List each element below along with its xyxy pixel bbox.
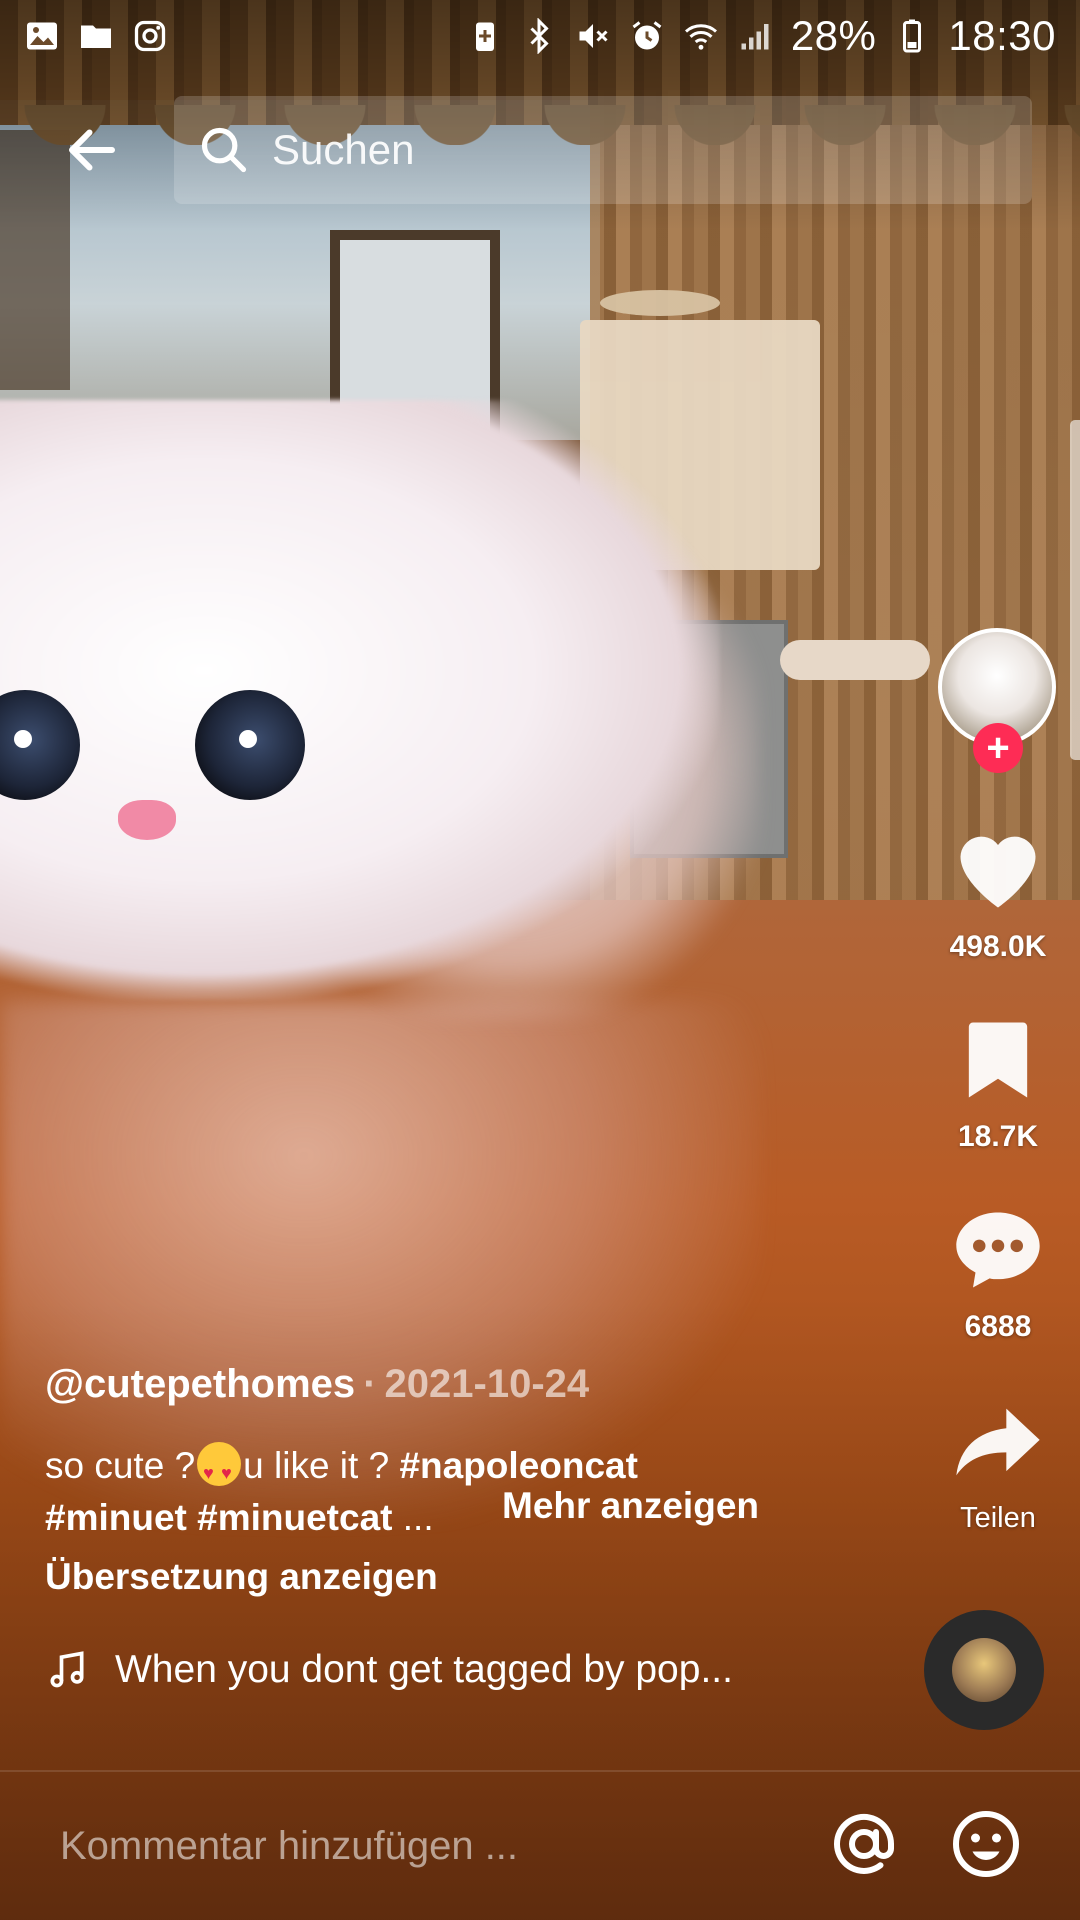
username[interactable]: @cutepethomes [45, 1362, 355, 1406]
music-cover [952, 1638, 1016, 1702]
music-title: When you dont get tagged by pop... [115, 1648, 733, 1691]
battery-icon [903, 19, 922, 53]
show-more-link[interactable]: Mehr anzeigen [502, 1485, 759, 1527]
like-button[interactable]: 498.0K [928, 820, 1068, 964]
cat-eye-right [195, 690, 305, 800]
signal-icon [741, 24, 769, 50]
battery-percent: 28% [790, 12, 877, 59]
cat-head [0, 400, 720, 1000]
bluetooth-icon [530, 18, 549, 54]
folder-icon [81, 25, 111, 48]
scroll-indicator [1070, 420, 1080, 760]
hashtag-napoleoncat[interactable]: #napoleoncat [399, 1445, 638, 1486]
heart-eyes-emoji-icon [197, 1442, 242, 1499]
like-count: 498.0K [949, 930, 1047, 963]
caption-text-1: so cute ? [45, 1445, 196, 1486]
music-info[interactable]: When you dont get tagged by pop... [45, 1648, 733, 1692]
alarm-icon [632, 21, 662, 50]
battery-saver-icon [475, 22, 494, 51]
mute-icon [579, 24, 608, 48]
show-translation-link[interactable]: Übersetzung anzeigen [45, 1556, 438, 1598]
save-count: 18.7K [957, 1120, 1039, 1153]
caption-ellipsis: ... [392, 1497, 434, 1538]
comment-button[interactable]: 6888 [928, 1200, 1068, 1344]
comment-icon [956, 1212, 1040, 1288]
video-screen: 28% 18:30 Suchen + 498.0K 18.7K 6888 Tei… [0, 0, 1080, 1920]
share-arrow-icon [956, 1408, 1040, 1476]
back-arrow-icon[interactable] [62, 120, 122, 180]
save-button[interactable]: 18.7K [928, 1010, 1068, 1154]
post-date: 2021-10-24 [384, 1362, 590, 1406]
search-icon [201, 127, 247, 173]
music-note-icon [50, 1651, 84, 1688]
instagram-icon [134, 20, 166, 52]
search-input[interactable]: Suchen [174, 96, 1032, 204]
music-disc[interactable] [924, 1610, 1044, 1730]
wifi-icon [684, 24, 717, 50]
status-left [24, 18, 168, 54]
status-right: 28% 18:30 [467, 12, 1056, 60]
bookmark-icon [968, 1022, 1028, 1098]
meta-separator: · [363, 1362, 377, 1406]
share-button[interactable]: Teilen [928, 1392, 1068, 1535]
hashtag-minuet[interactable]: #minuet [45, 1497, 187, 1538]
emoji-smiley-icon[interactable] [950, 1808, 1022, 1880]
post-meta: @cutepethomes · 2021-10-24 [45, 1362, 589, 1407]
comment-bar: Kommentar hinzufügen ... [0, 1772, 1080, 1920]
heart-icon [960, 836, 1036, 908]
clock: 18:30 [948, 12, 1056, 59]
share-label: Teilen [960, 1502, 1036, 1534]
comment-input[interactable]: Kommentar hinzufügen ... [60, 1824, 518, 1869]
hashtag-minuetcat[interactable]: #minuetcat [197, 1497, 392, 1538]
search-placeholder: Suchen [272, 126, 415, 173]
mention-at-icon[interactable] [828, 1808, 900, 1880]
gallery-icon [27, 22, 57, 50]
cat-nose [118, 800, 176, 840]
caption-text-2: u like it ? [243, 1445, 400, 1486]
follow-button[interactable]: + [973, 723, 1023, 773]
comment-count: 6888 [964, 1310, 1032, 1343]
status-bar: 28% 18:30 [0, 0, 1080, 72]
background-shelf [780, 640, 930, 680]
